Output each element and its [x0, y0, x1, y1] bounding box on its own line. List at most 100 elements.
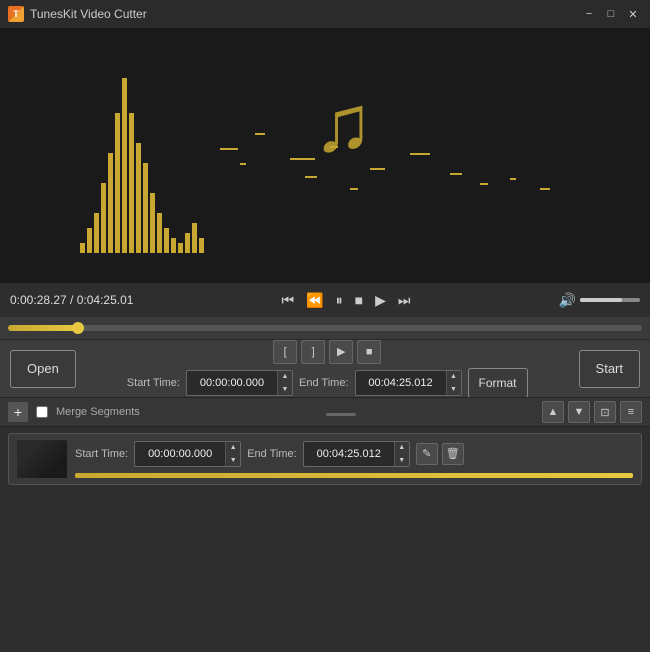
title-bar: T TunesKit Video Cutter − □ ✕	[0, 0, 650, 28]
current-time: 0:00:28.27	[10, 293, 67, 307]
seek-bar[interactable]	[8, 325, 642, 331]
seg-end-input[interactable]	[304, 448, 394, 460]
equalizer-bar	[108, 153, 113, 253]
equalizer-bar	[80, 243, 85, 253]
end-time-input-wrap[interactable]: ▲ ▼	[355, 370, 462, 396]
seg-delete-button[interactable]: 🗑	[442, 443, 464, 465]
maximize-button[interactable]: □	[602, 5, 620, 23]
minimize-button[interactable]: −	[580, 5, 598, 23]
equalizer-bar	[143, 163, 148, 253]
play-button[interactable]: ▶	[371, 290, 390, 311]
move-down-button[interactable]: ▼	[568, 401, 590, 423]
thumbnail-image	[17, 440, 67, 478]
seg-start-input-wrap[interactable]: ▲ ▼	[134, 441, 241, 467]
drag-handle-area	[148, 409, 534, 416]
time-separator: /	[67, 293, 77, 307]
trim-controls-inner: [ ] ▶ ■ Start Time: ▲ ▼ End Time: ▲ ▼	[82, 340, 573, 398]
seg-start-up[interactable]: ▲	[226, 441, 240, 454]
scatter-dot	[410, 153, 430, 155]
scatter-dot	[480, 183, 488, 185]
trim-icon-row: [ ] ▶ ■	[273, 340, 381, 364]
equalizer-bar	[101, 183, 106, 253]
seg-edit-button[interactable]: ✎	[416, 443, 438, 465]
trim-left-button[interactable]: [	[273, 340, 297, 364]
screenshot-button[interactable]: ⊡	[594, 401, 616, 423]
format-button[interactable]: Format	[468, 368, 528, 398]
volume-slider[interactable]	[580, 298, 640, 302]
trim-play-button[interactable]: ▶	[329, 340, 353, 364]
skip-forward-button[interactable]: ⏭	[394, 290, 415, 311]
equalizer-bar	[185, 233, 190, 253]
time-display: 0:00:28.27 / 0:04:25.01	[10, 293, 133, 307]
equalizer-bar	[150, 193, 155, 253]
scatter-dot	[220, 148, 238, 150]
seg-start-input[interactable]	[135, 448, 225, 460]
end-time-input[interactable]	[356, 377, 446, 389]
segment-actions: ✎ 🗑	[416, 443, 464, 465]
trim-right-button[interactable]: ]	[301, 340, 325, 364]
drag-handle[interactable]	[326, 413, 356, 416]
scatter-dot	[290, 158, 315, 160]
equalizer-bar	[94, 213, 99, 253]
playback-bar: 0:00:28.27 / 0:04:25.01 ⏮ ⏪ ⏸ ■ ▶ ⏭ 🔊	[0, 283, 650, 317]
video-area: ♫	[0, 28, 650, 283]
segment-times-row: Start Time: ▲ ▼ End Time:	[75, 441, 633, 467]
segment-details: Start Time: ▲ ▼ End Time:	[75, 441, 633, 478]
scatter-dot	[240, 163, 246, 165]
seg-end-label: End Time:	[247, 448, 297, 460]
start-button[interactable]: Start	[579, 350, 640, 388]
close-button[interactable]: ✕	[624, 5, 642, 23]
app-icon: T	[8, 6, 24, 22]
start-time-input[interactable]	[187, 377, 277, 389]
equalizer-bar	[171, 238, 176, 253]
move-up-button[interactable]: ▲	[542, 401, 564, 423]
seg-end-down[interactable]: ▼	[395, 454, 409, 467]
equalizer-bar	[87, 228, 92, 253]
segment-thumbnail	[17, 440, 67, 478]
end-time-down[interactable]: ▼	[447, 383, 461, 396]
segment-list: Start Time: ▲ ▼ End Time:	[0, 427, 650, 652]
scatter-dot	[540, 188, 550, 190]
scatter-dot	[305, 176, 317, 178]
scatter-dot	[450, 173, 462, 175]
bottom-area: + Merge Segments ▲ ▼ ⊡ ≡ Start Ti	[0, 397, 650, 652]
playback-controls: ⏮ ⏪ ⏸ ■ ▶ ⏭	[139, 290, 552, 311]
open-button[interactable]: Open	[10, 350, 76, 388]
merge-checkbox[interactable]	[36, 406, 48, 418]
volume-fill	[580, 298, 622, 302]
seg-start-down[interactable]: ▼	[226, 454, 240, 467]
window-controls: − □ ✕	[580, 5, 642, 23]
segment-progress-fill	[75, 473, 633, 478]
seg-end-input-wrap[interactable]: ▲ ▼	[303, 441, 410, 467]
equalizer-bar	[178, 243, 183, 253]
equalizer-bar	[164, 228, 169, 253]
seg-end-spinners: ▲ ▼	[394, 441, 409, 467]
start-time-down[interactable]: ▼	[278, 383, 292, 396]
add-segment-button[interactable]: +	[8, 402, 28, 422]
equalizer-bar	[129, 113, 134, 253]
stop-button[interactable]: ■	[351, 290, 367, 310]
skip-back-button[interactable]: ⏮	[278, 290, 299, 311]
start-time-input-wrap[interactable]: ▲ ▼	[186, 370, 293, 396]
seg-end-up[interactable]: ▲	[395, 441, 409, 454]
end-time-up[interactable]: ▲	[447, 370, 461, 383]
seek-bar-container	[0, 317, 650, 339]
start-time-spinners: ▲ ▼	[277, 370, 292, 396]
step-back-button[interactable]: ⏪	[302, 290, 327, 311]
music-note-icon: ♫	[313, 78, 373, 170]
trim-stop-button[interactable]: ■	[357, 340, 381, 364]
segment-progress-bar	[75, 473, 633, 478]
trim-controls: Open [ ] ▶ ■ Start Time: ▲ ▼ End Time: ▲	[0, 339, 650, 397]
equalizer-visualization	[80, 78, 204, 253]
scatter-dot	[255, 133, 265, 135]
equalizer-bar	[157, 213, 162, 253]
seek-thumb[interactable]	[72, 322, 84, 334]
list-view-button[interactable]: ≡	[620, 401, 642, 423]
table-row: Start Time: ▲ ▼ End Time:	[8, 433, 642, 485]
seg-start-label: Start Time:	[75, 448, 128, 460]
pause-button[interactable]: ⏸	[332, 290, 347, 311]
start-time-up[interactable]: ▲	[278, 370, 292, 383]
segments-right-controls: ▲ ▼ ⊡ ≡	[542, 401, 642, 423]
segments-area: + Merge Segments ▲ ▼ ⊡ ≡ Start Ti	[0, 397, 650, 652]
end-time-label: End Time:	[299, 377, 349, 389]
